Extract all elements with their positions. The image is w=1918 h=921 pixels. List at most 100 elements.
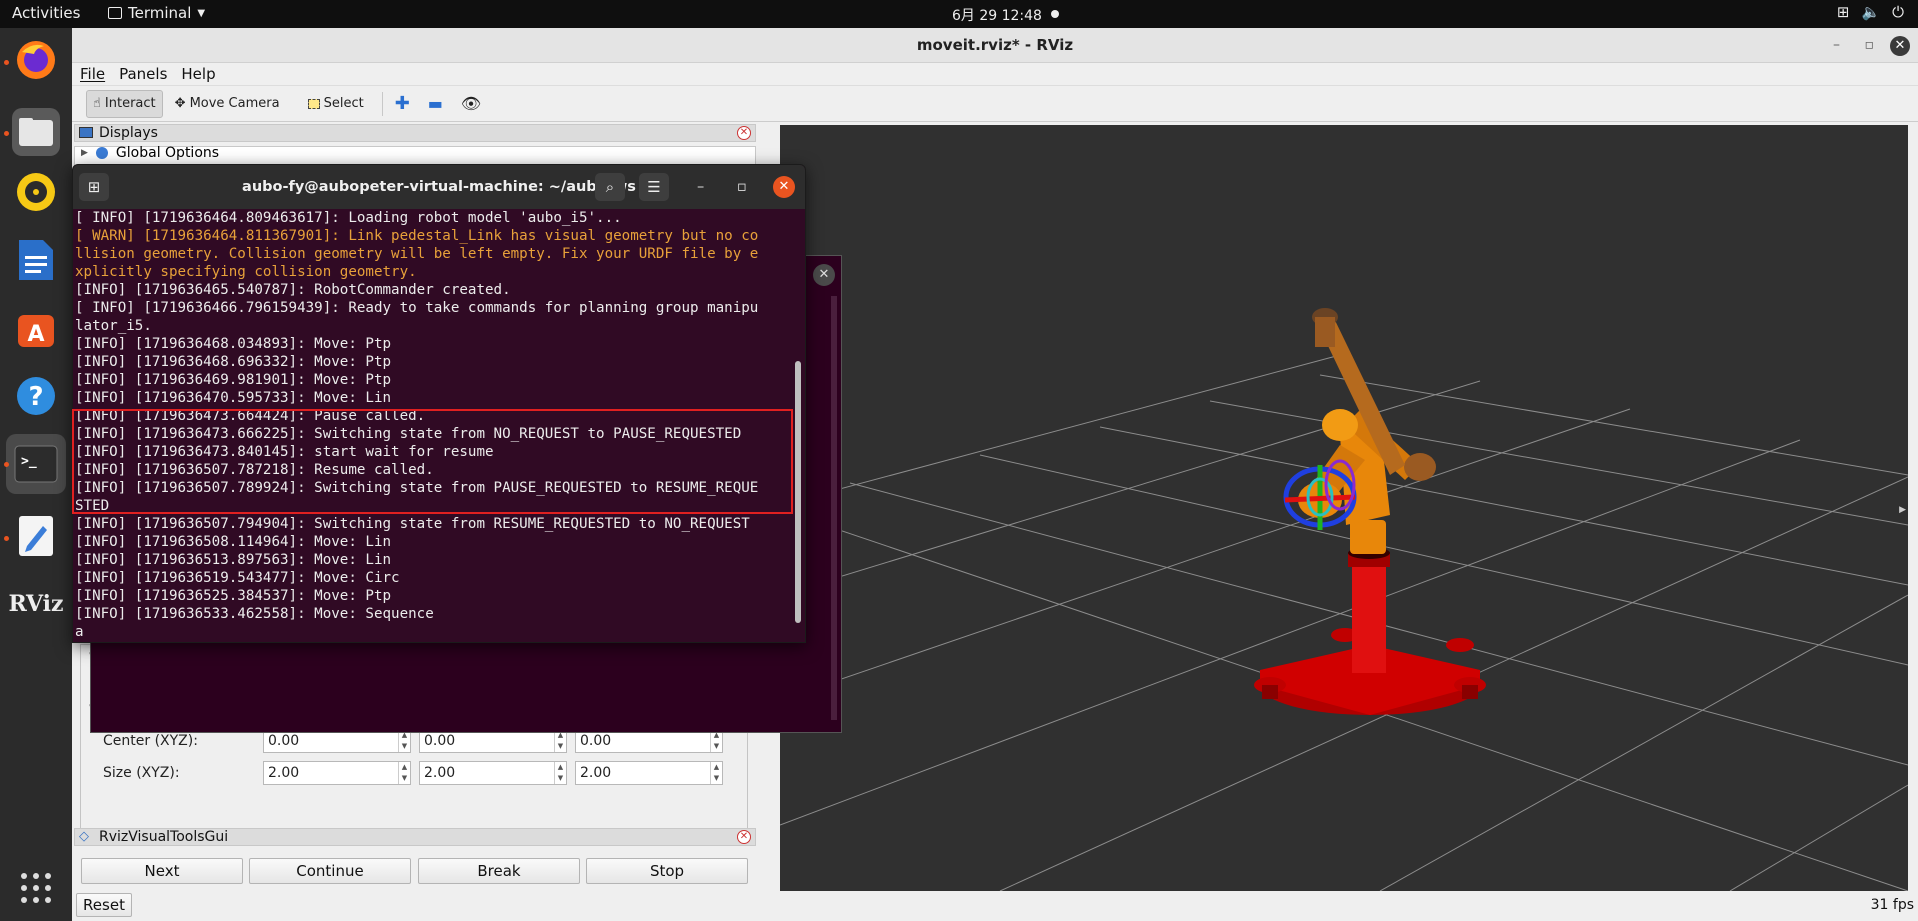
move-camera-tool-button[interactable]: ✥ Move Camera: [169, 90, 286, 118]
activities-button[interactable]: Activities: [12, 4, 80, 22]
toolbar-separator: [381, 91, 383, 116]
terminal-line: llision geometry. Collision geometry wil…: [75, 246, 759, 262]
size-xyz-label: Size (XYZ):: [103, 765, 180, 781]
maximize-button[interactable]: ▫: [1865, 28, 1875, 63]
menu-panels[interactable]: Panels: [119, 65, 167, 83]
center-x-value: 0.00: [268, 733, 300, 749]
libreoffice-writer-icon[interactable]: [12, 236, 60, 284]
hamburger-menu-icon[interactable]: ☰: [639, 173, 669, 201]
spin-arrows-icon[interactable]: ▲ ▼: [554, 730, 566, 752]
maximize-icon[interactable]: ▫: [737, 165, 747, 209]
3d-scene: [780, 308, 1908, 891]
terminal-title-bar[interactable]: ⊞ aubo-fy@aubopeter-virtual-machine: ~/a…: [73, 165, 805, 209]
terminal-app-icon: [108, 7, 122, 19]
global-options-label: Global Options: [115, 145, 220, 161]
system-tray[interactable]: ⊞ 🔈 ⏻: [1837, 3, 1904, 21]
rviz-icon[interactable]: RViz: [8, 580, 63, 628]
rviz-window-title: moveit.rviz* - RViz: [916, 36, 1074, 54]
dialog-scrollbar[interactable]: [831, 296, 837, 720]
chevron-down-icon: ▼: [197, 7, 206, 19]
spin-arrows-icon[interactable]: ▲ ▼: [554, 762, 566, 784]
size-z-value: 2.00: [580, 765, 612, 781]
expand-arrow-icon[interactable]: ▶: [81, 148, 88, 158]
new-tab-icon[interactable]: ⊞: [79, 173, 109, 201]
text-editor-icon[interactable]: [12, 512, 60, 560]
center-y-value: 0.00: [424, 733, 456, 749]
close-icon[interactable]: ✕: [773, 176, 795, 198]
rviz-dock-label: RViz: [8, 591, 64, 617]
terminal-line: [INFO] [1719636508.114964]: Move: Lin: [75, 534, 392, 550]
select-box-icon: [307, 98, 320, 109]
add-tool-icon[interactable]: ✚: [395, 93, 410, 114]
rhythmbox-icon[interactable]: [12, 168, 60, 216]
volume-icon: 🔈: [1861, 3, 1881, 21]
displays-title: Displays: [99, 125, 158, 141]
globe-icon: [95, 147, 108, 159]
break-button[interactable]: Break: [418, 858, 580, 884]
terminal-line: [INFO] [1719636469.981901]: Move: Ptp: [75, 372, 392, 388]
running-indicator: [4, 131, 9, 136]
size-z-input[interactable]: 2.00 ▲ ▼: [575, 761, 723, 785]
minimize-icon[interactable]: –: [697, 165, 704, 209]
dock: A ? >_ RViz: [0, 28, 72, 921]
terminal-line: [INFO] [1719636470.595733]: Move: Lin: [75, 390, 392, 406]
collapse-arrow-icon[interactable]: ▶: [1899, 505, 1906, 515]
terminal-line: [ INFO] [1719636464.809463617]: Loading …: [75, 210, 622, 226]
remove-tool-icon[interactable]: ▬: [428, 94, 443, 113]
dialog-close-icon[interactable]: ✕: [813, 264, 835, 286]
menu-file[interactable]: File: [80, 65, 105, 83]
terminal-title: aubo-fy@aubopeter-virtual-machine: ~/aub…: [242, 179, 636, 195]
monitor-icon: [79, 127, 93, 138]
terminal-scrollbar[interactable]: [795, 361, 801, 623]
running-indicator: [4, 60, 9, 65]
terminal-line: [ WARN] [1719636464.811367901]: Link ped…: [75, 228, 759, 244]
app-menu[interactable]: Terminal ▼: [108, 4, 205, 22]
3d-viewport[interactable]: ▶: [780, 125, 1908, 891]
view-options-icon[interactable]: 👁: [461, 94, 481, 113]
size-x-input[interactable]: 2.00 ▲ ▼: [263, 761, 411, 785]
app-center-icon[interactable]: A: [12, 304, 60, 352]
terminal-line: [ INFO] [1719636466.796159439]: Ready to…: [75, 300, 759, 316]
help-icon[interactable]: ?: [12, 372, 60, 420]
terminal-window: ⊞ aubo-fy@aubopeter-virtual-machine: ~/a…: [72, 164, 806, 643]
tree-item-global-options[interactable]: ▶ Global Options: [81, 145, 219, 161]
next-button[interactable]: Next: [81, 858, 243, 884]
terminal-icon[interactable]: >_: [6, 434, 66, 494]
notification-dot: [1051, 10, 1059, 18]
move-camera-label: Move Camera: [189, 96, 280, 111]
fps-readout: 31 fps: [1870, 897, 1914, 913]
spin-arrows-icon[interactable]: ▲ ▼: [398, 730, 410, 752]
menu-help[interactable]: Help: [181, 65, 215, 83]
files-icon[interactable]: [12, 108, 60, 156]
select-label: Select: [323, 96, 364, 111]
clock[interactable]: 6月 29 12:48: [952, 5, 1042, 25]
stop-button[interactable]: Stop: [586, 858, 748, 884]
firefox-icon[interactable]: [12, 36, 60, 84]
network-icon: ⊞: [1836, 3, 1850, 21]
rviz-title-bar[interactable]: moveit.rviz* - RViz – ▫ ✕: [72, 28, 1918, 63]
center-z-value: 0.00: [580, 733, 612, 749]
continue-button[interactable]: Continue: [249, 858, 411, 884]
spin-arrows-icon[interactable]: ▲ ▼: [398, 762, 410, 784]
terminal-line: [INFO] [1719636513.897563]: Move: Lin: [75, 552, 392, 568]
interact-tool-button[interactable]: ☝ Interact: [86, 89, 163, 118]
minimize-button[interactable]: –: [1833, 28, 1840, 63]
close-button[interactable]: ✕: [1890, 36, 1910, 56]
status-bar: Reset 31 fps: [72, 891, 1918, 921]
select-tool-button[interactable]: Select: [302, 90, 370, 118]
size-y-input[interactable]: 2.00 ▲ ▼: [419, 761, 567, 785]
svg-text:A: A: [27, 322, 44, 347]
annotation-highlight-box: [72, 409, 793, 514]
search-icon[interactable]: ⌕: [595, 173, 625, 201]
terminal-line: [INFO] [1719636468.696332]: Move: Ptp: [75, 354, 392, 370]
terminal-line: [INFO] [1719636533.462558]: Move: Sequen…: [75, 606, 434, 622]
close-panel-icon[interactable]: ✕: [737, 830, 751, 844]
close-panel-icon[interactable]: ✕: [737, 126, 751, 140]
reset-button[interactable]: Reset: [76, 893, 132, 917]
robot-base: [1254, 547, 1486, 715]
show-apps-icon[interactable]: [12, 864, 60, 912]
spin-arrows-icon[interactable]: ▲ ▼: [710, 730, 722, 752]
center-xyz-label: Center (XYZ):: [103, 733, 198, 749]
size-y-value: 2.00: [424, 765, 456, 781]
spin-arrows-icon[interactable]: ▲ ▼: [710, 762, 722, 784]
